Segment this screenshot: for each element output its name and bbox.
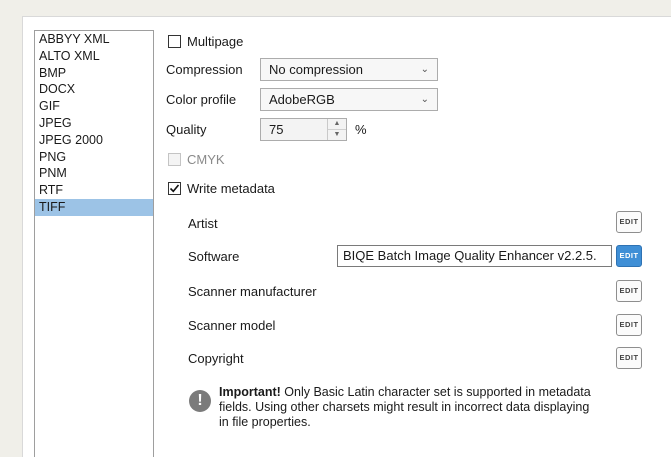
multipage-option[interactable]: Multipage bbox=[168, 33, 243, 49]
copyright-label: Copyright bbox=[188, 351, 244, 366]
checkmark-icon bbox=[169, 184, 180, 193]
chevron-down-icon: ⌄ bbox=[420, 94, 429, 105]
quality-stepper[interactable]: 75 ▲ ▼ bbox=[260, 118, 347, 141]
format-item-tiff[interactable]: TIFF bbox=[35, 198, 153, 216]
format-item-alto-xml[interactable]: ALTO XML bbox=[35, 48, 153, 65]
quality-value: 75 bbox=[269, 122, 284, 137]
artist-label: Artist bbox=[188, 216, 218, 231]
note-bold: Important! bbox=[219, 385, 281, 399]
scanner-manufacturer-label: Scanner manufacturer bbox=[188, 284, 317, 299]
write-metadata-checkbox[interactable] bbox=[168, 182, 181, 196]
cmyk-option: CMYK bbox=[168, 151, 225, 167]
spin-up-icon[interactable]: ▲ bbox=[328, 119, 346, 130]
copyright-edit-button[interactable]: EDIT bbox=[616, 347, 642, 369]
quality-spin-buttons: ▲ ▼ bbox=[327, 119, 346, 140]
cmyk-checkbox bbox=[168, 153, 181, 167]
scanner-model-edit-button[interactable]: EDIT bbox=[616, 314, 642, 336]
format-item-rtf[interactable]: RTF bbox=[35, 182, 153, 199]
note-line1: Only Basic Latin character set is suppor… bbox=[280, 385, 591, 399]
quality-unit: % bbox=[355, 122, 367, 137]
write-metadata-label: Write metadata bbox=[187, 181, 275, 197]
write-metadata-option[interactable]: Write metadata bbox=[168, 180, 275, 196]
color-profile-label: Color profile bbox=[166, 92, 237, 107]
warning-icon: ! bbox=[189, 390, 211, 412]
compression-select[interactable]: No compression ⌄ bbox=[260, 58, 438, 81]
format-item-bmp[interactable]: BMP bbox=[35, 65, 153, 82]
artist-edit-button[interactable]: EDIT bbox=[616, 211, 642, 233]
chevron-down-icon: ⌄ bbox=[420, 64, 429, 75]
compression-value: No compression bbox=[269, 62, 363, 77]
format-item-pnm[interactable]: PNM bbox=[35, 165, 153, 182]
metadata-note: Important! Only Basic Latin character se… bbox=[219, 385, 659, 430]
note-line3: in file properties. bbox=[219, 415, 311, 429]
format-item-docx[interactable]: DOCX bbox=[35, 81, 153, 98]
format-item-png[interactable]: PNG bbox=[35, 149, 153, 166]
software-label: Software bbox=[188, 249, 240, 264]
note-line2: fields. Using other charsets might resul… bbox=[219, 400, 590, 414]
software-edit-button[interactable]: EDIT bbox=[616, 245, 642, 267]
multipage-checkbox[interactable] bbox=[168, 35, 181, 49]
color-profile-value: AdobeRGB bbox=[269, 92, 335, 107]
format-item-jpeg[interactable]: JPEG bbox=[35, 115, 153, 132]
software-input[interactable]: BIQE Batch Image Quality Enhancer v2.2.5… bbox=[337, 245, 612, 267]
multipage-label: Multipage bbox=[187, 34, 244, 50]
compression-label: Compression bbox=[166, 62, 243, 77]
format-list[interactable]: ABBYY XML ALTO XML BMP DOCX GIF JPEG JPE… bbox=[34, 30, 154, 457]
format-item-jpeg-2000[interactable]: JPEG 2000 bbox=[35, 132, 153, 149]
spin-down-icon[interactable]: ▼ bbox=[328, 130, 346, 140]
quality-label: Quality bbox=[166, 122, 207, 137]
scanner-manufacturer-edit-button[interactable]: EDIT bbox=[616, 280, 642, 302]
color-profile-select[interactable]: AdobeRGB ⌄ bbox=[260, 88, 438, 111]
format-item-abbyy-xml[interactable]: ABBYY XML bbox=[35, 31, 153, 48]
scanner-model-label: Scanner model bbox=[188, 318, 276, 333]
cmyk-label: CMYK bbox=[187, 152, 225, 168]
format-item-gif[interactable]: GIF bbox=[35, 98, 153, 115]
